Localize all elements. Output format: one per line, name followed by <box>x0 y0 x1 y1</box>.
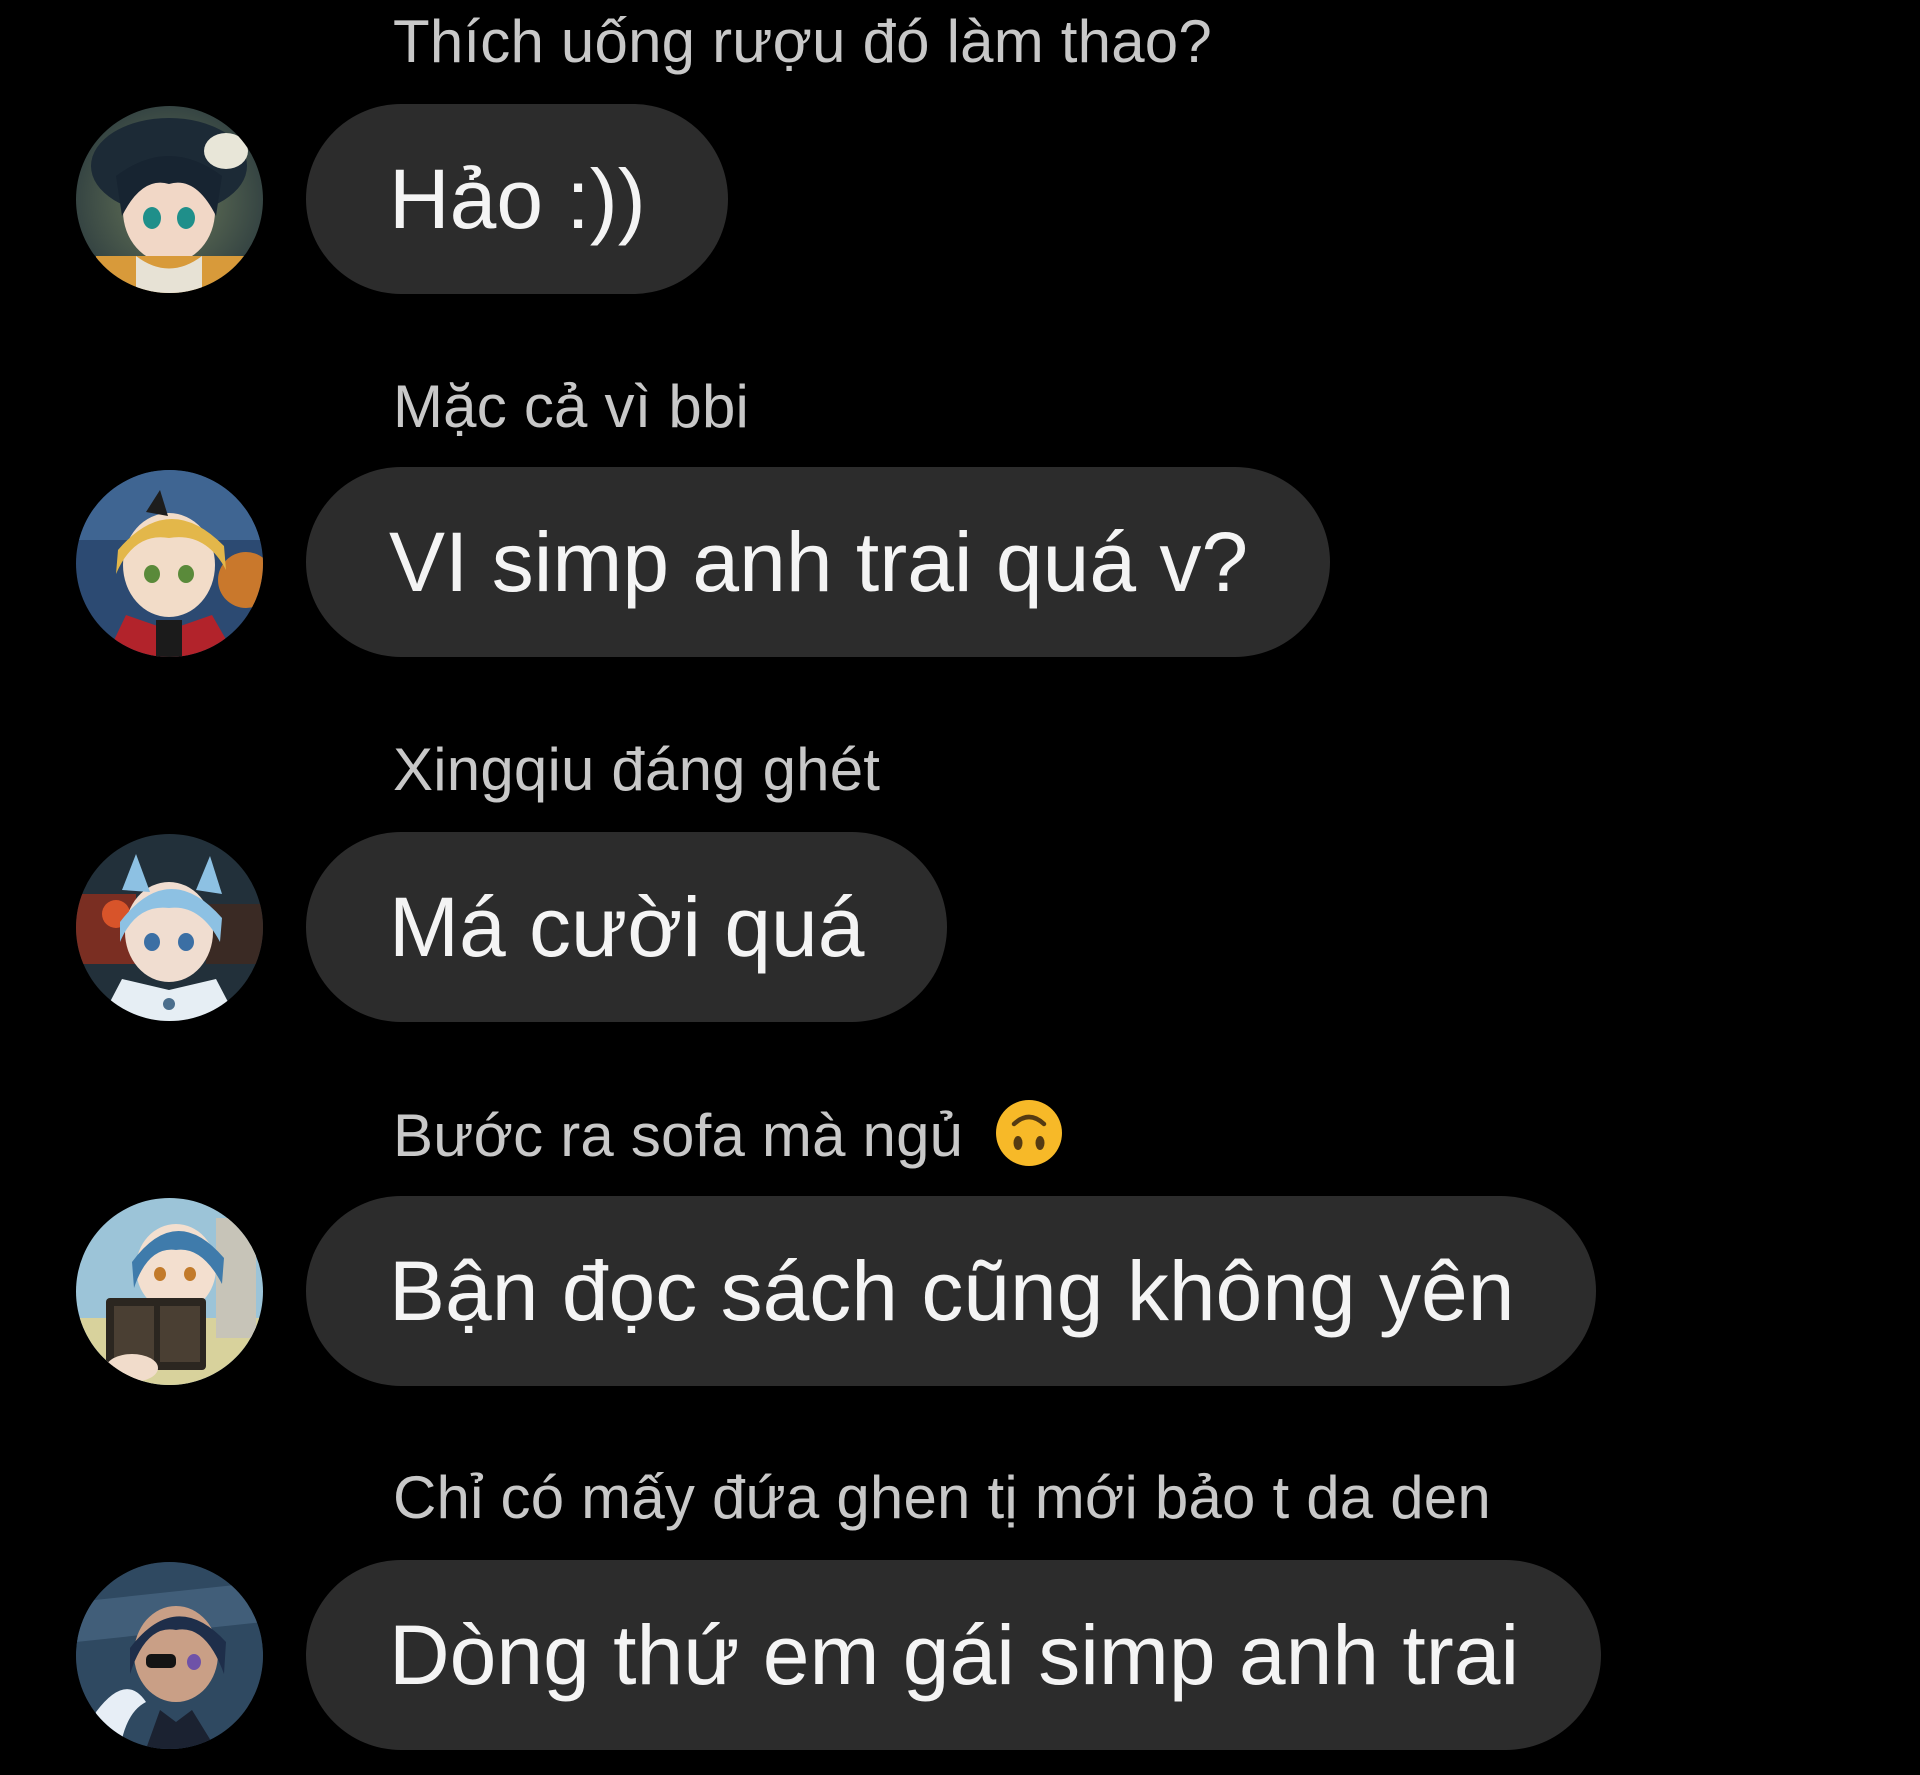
message-bubble[interactable]: Má cười quá <box>306 832 947 1022</box>
status-text: Thích uống rượu đó làm thao? <box>393 8 1212 75</box>
venti-avatar[interactable] <box>76 106 263 293</box>
thoma-avatar[interactable] <box>76 470 263 657</box>
status-label: Bước ra sofa mà ngủ <box>393 1102 964 1169</box>
xingqiu-avatar[interactable] <box>76 1198 263 1385</box>
chat-thread: Thích uống rượu đó làm thao? Hảo:)) Mặc… <box>0 0 1920 1775</box>
avatar-image <box>76 1198 263 1385</box>
avatar-image <box>76 834 263 1021</box>
avatar-image <box>76 1562 263 1749</box>
status-text: Xingqiu đáng ghét <box>393 736 881 803</box>
status-text: Bước ra sofa mà ngủ <box>393 1098 1064 1172</box>
message-bubble[interactable]: Bận đọc sách cũng không yên <box>306 1196 1597 1386</box>
kaeya-avatar[interactable] <box>76 1562 263 1749</box>
message-bubble[interactable]: Dòng thứ em gái simp anh trai <box>306 1560 1602 1750</box>
chongyun-avatar[interactable] <box>76 834 263 1021</box>
message-bubble[interactable]: Hảo :)) <box>306 104 728 294</box>
status-text: Mặc cả vì bbi <box>393 373 750 440</box>
upside-down-face-icon <box>996 1100 1063 1166</box>
message-bubble[interactable]: VI simp anh trai quá v? <box>306 467 1331 657</box>
avatar-image <box>76 106 263 293</box>
avatar-image <box>76 470 263 657</box>
status-text: Chỉ có mấy đứa ghen tị mới bảo t da den <box>393 1464 1491 1531</box>
